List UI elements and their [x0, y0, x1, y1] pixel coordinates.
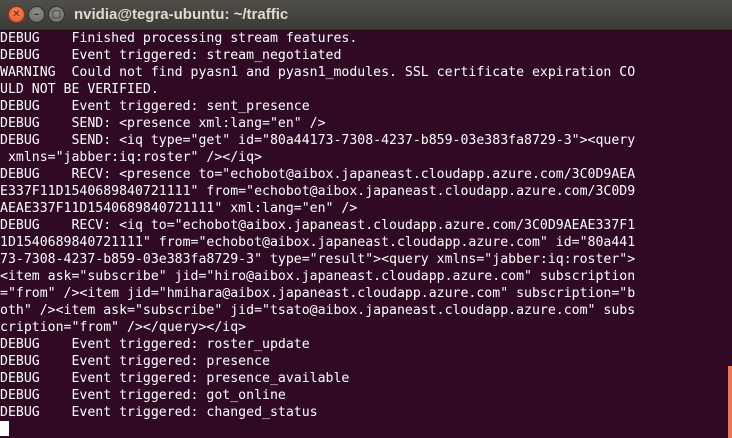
minimize-window-button[interactable]: –: [28, 6, 45, 23]
close-window-button[interactable]: ✕: [8, 6, 25, 23]
close-icon: ✕: [12, 9, 21, 20]
prompt-line: [0, 421, 729, 438]
scrollbar-thumb[interactable]: [728, 366, 732, 438]
terminal-line: DEBUG Event triggered: got_online: [0, 388, 286, 403]
terminal-line: E337F11D1540689840721111" from="echobot@…: [0, 184, 636, 199]
terminal-line: DEBUG Event triggered: presence_availabl…: [0, 371, 350, 386]
text-cursor: [0, 421, 9, 436]
terminal-window: ✕ – □ nvidia@tegra-ubuntu: ~/traffic DEB…: [0, 0, 732, 438]
terminal-line: AEAE337F11D1540689840721111" xml:lang="e…: [0, 201, 358, 216]
terminal-line: DEBUG Event triggered: stream_negotiated: [0, 48, 342, 63]
terminal-line: DEBUG Event triggered: changed_status: [0, 405, 318, 420]
window-title: nvidia@tegra-ubuntu: ~/traffic: [74, 6, 289, 23]
terminal-line: <item ask="subscribe" jid="hiro@aibox.ja…: [0, 269, 636, 284]
terminal-line: DEBUG Event triggered: sent_presence: [0, 99, 310, 114]
terminal-line: DEBUG RECV: <iq to="echobot@aibox.japane…: [0, 218, 636, 233]
terminal-line: xmlns="jabber:iq:roster" /></iq>: [0, 150, 263, 165]
terminal-text: DEBUG Finished processing stream feature…: [0, 30, 729, 438]
terminal-line: 1D1540689840721111" from="echobot@aibox.…: [0, 235, 636, 250]
terminal-line: DEBUG Event triggered: roster_update: [0, 337, 310, 352]
terminal-line: DEBUG Finished processing stream feature…: [0, 31, 358, 46]
maximize-window-button[interactable]: □: [48, 6, 65, 23]
terminal-line: WARNING Could not find pyasn1 and pyasn1…: [0, 65, 636, 80]
title-bar[interactable]: ✕ – □ nvidia@tegra-ubuntu: ~/traffic: [0, 0, 732, 30]
terminal-line: 73-7308-4237-b859-03e383fa8729-3" type="…: [0, 252, 636, 267]
maximize-icon: □: [51, 9, 62, 20]
terminal-line: ULD NOT BE VERIFIED.: [0, 82, 159, 97]
terminal-line: cription="from" /></query></iq>: [0, 320, 247, 335]
terminal-line: DEBUG SEND: <iq type="get" id="80a44173-…: [0, 133, 636, 148]
terminal-line: DEBUG RECV: <presence to="echobot@aibox.…: [0, 167, 636, 182]
terminal-line: ="from" /><item jid="hmihara@aibox.japan…: [0, 286, 636, 301]
terminal-line: oth" /><item ask="subscribe" jid="tsato@…: [0, 303, 636, 318]
minimize-icon: –: [34, 9, 39, 20]
terminal-line: DEBUG SEND: <presence xml:lang="en" />: [0, 116, 326, 131]
terminal-line: DEBUG Event triggered: presence: [0, 354, 270, 369]
terminal-output[interactable]: DEBUG Finished processing stream feature…: [0, 30, 729, 438]
